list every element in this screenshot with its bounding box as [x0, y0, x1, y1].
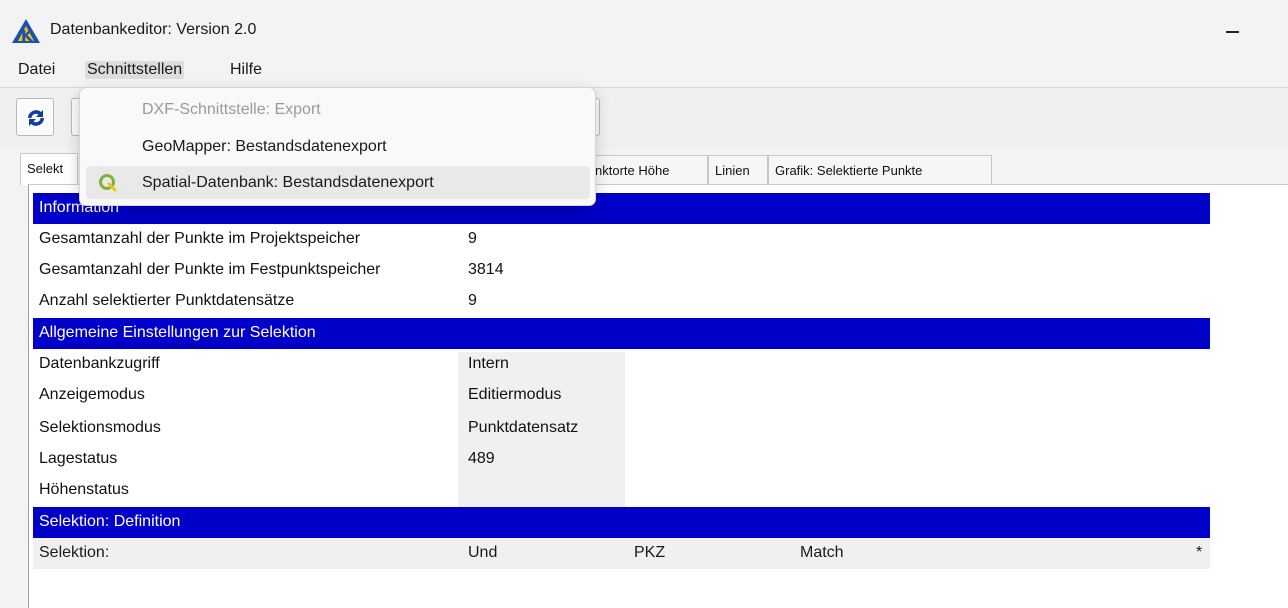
selection-field[interactable]: PKZ	[634, 538, 665, 562]
row-value: 3814	[468, 261, 504, 278]
table-row[interactable]: Selektionsmodus Punktdatensatz	[33, 413, 1210, 444]
row-label: Datenbankzugriff	[39, 355, 160, 372]
row-label: Gesamtanzahl der Punkte im Festpunktspei…	[39, 261, 381, 278]
schnittstellen-dropdown: DXF-Schnittstelle: Export GeoMapper: Bes…	[79, 87, 596, 206]
menu-item-geomapper-export[interactable]: GeoMapper: Bestandsdatenexport	[86, 130, 590, 163]
refresh-icon	[28, 110, 44, 126]
row-label: Selektionsmodus	[39, 419, 161, 436]
menu-bar: Datei Schnittstellen Hilfe	[0, 55, 1288, 87]
selection-row[interactable]: Selektion: Und PKZ Match *	[33, 538, 1210, 569]
svg-text:K: K	[21, 27, 34, 44]
row-label: Anzeigemodus	[39, 386, 145, 403]
row-label: Anzahl selektierter Punktdatensätze	[39, 292, 295, 309]
row-value: 489	[468, 450, 495, 467]
row-value: Editiermodus	[468, 386, 562, 403]
row-value: 9	[468, 230, 477, 247]
tab-selektion[interactable]: Selekt	[20, 153, 78, 185]
menu-schnittstellen[interactable]: Schnittstellen	[85, 61, 185, 79]
row-label: Lagestatus	[39, 450, 118, 467]
row-value: 9	[468, 292, 477, 309]
menu-item-label: DXF-Schnittstelle: Export	[142, 101, 321, 118]
tab-grafik[interactable]: Grafik: Selektierte Punkte	[768, 155, 992, 184]
menu-item-label: Spatial-Datenbank: Bestandsdatenexport	[142, 174, 434, 191]
row-label: Gesamtanzahl der Punkte im Projektspeich…	[39, 230, 361, 247]
section-settings: Allgemeine Einstellungen zur Selektion	[33, 318, 1210, 349]
menu-datei[interactable]: Datei	[16, 61, 57, 79]
row-value: Intern	[468, 355, 509, 372]
selection-mode[interactable]: Match	[800, 538, 844, 562]
table-row[interactable]: Höhenstatus	[33, 475, 1210, 506]
selection-operator[interactable]: Und	[468, 538, 497, 562]
selection-label: Selektion:	[39, 544, 110, 561]
table-row[interactable]: Anzahl selektierter Punktdatensätze 9	[33, 286, 1210, 317]
menu-item-label: GeoMapper: Bestandsdatenexport	[142, 138, 387, 155]
qgis-icon	[99, 174, 117, 192]
table-row[interactable]: Lagestatus 489	[33, 444, 1210, 475]
selection-pattern[interactable]: *	[1196, 538, 1202, 562]
table-row[interactable]: Gesamtanzahl der Punkte im Projektspeich…	[33, 224, 1210, 255]
tab-linien[interactable]: Linien	[708, 155, 768, 184]
section-definition: Selektion: Definition	[33, 507, 1210, 538]
title-bar: K Datenbankeditor: Version 2.0	[0, 0, 1288, 55]
row-label: Höhenstatus	[39, 481, 129, 498]
table-row[interactable]: Gesamtanzahl der Punkte im Festpunktspei…	[33, 255, 1210, 286]
refresh-button[interactable]	[16, 98, 54, 136]
table-row[interactable]: Anzeigemodus Editiermodus	[33, 380, 1210, 411]
tab-punktorte-hoehe[interactable]: nktorte Höhe	[588, 155, 708, 184]
window-title: Datenbankeditor: Version 2.0	[50, 21, 257, 38]
menu-hilfe[interactable]: Hilfe	[228, 61, 264, 79]
menu-item-dxf-export: DXF-Schnittstelle: Export	[86, 93, 590, 126]
row-value: Punktdatensatz	[468, 419, 579, 436]
table-row[interactable]: Datenbankzugriff Intern	[33, 349, 1210, 380]
app-logo-icon: K	[12, 19, 40, 44]
minimize-icon[interactable]	[1220, 18, 1250, 44]
menu-item-spatial-export[interactable]: Spatial-Datenbank: Bestandsdatenexport	[86, 166, 590, 199]
